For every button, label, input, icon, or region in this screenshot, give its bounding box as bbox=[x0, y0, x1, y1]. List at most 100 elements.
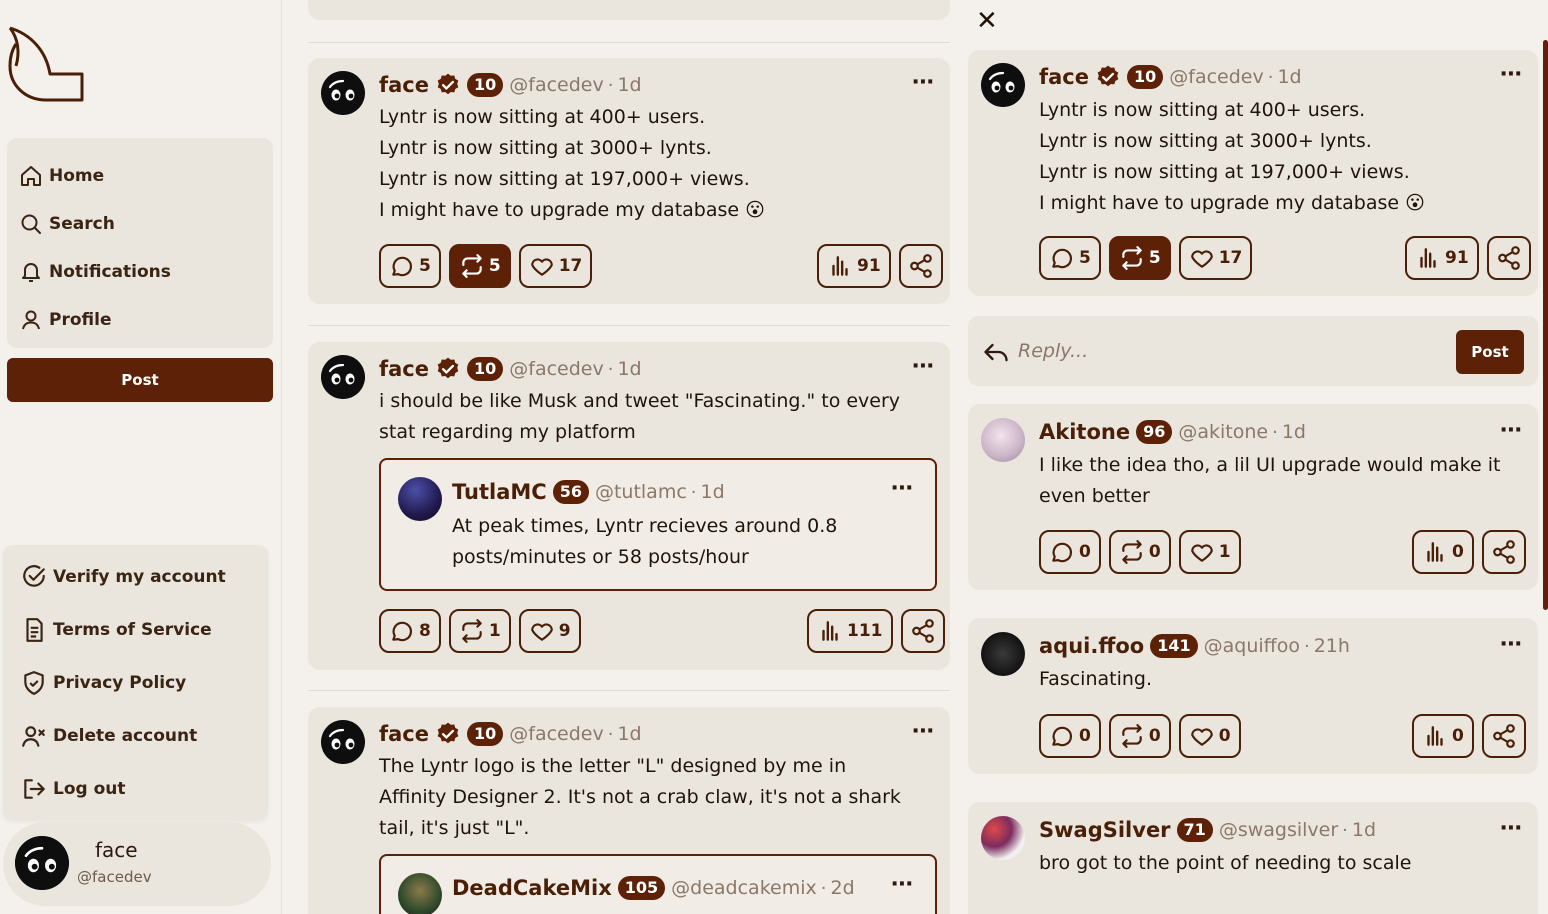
more-options-icon[interactable]: ⋯ bbox=[891, 476, 914, 501]
nav-notifications[interactable]: Notifications bbox=[7, 248, 273, 296]
lyntr-logo[interactable] bbox=[6, 22, 86, 106]
post-card[interactable]: face 10 @facedev · 1d ⋯ Lyntr is now sit… bbox=[308, 58, 950, 304]
post-actions-right: 91 bbox=[1397, 236, 1531, 280]
more-options-icon[interactable]: ⋯ bbox=[1500, 418, 1523, 443]
quoted-post[interactable]: DeadCakeMix 105 @deadcakemix · 2d ⋯ bbox=[379, 854, 937, 914]
avatar[interactable] bbox=[981, 63, 1025, 107]
comment-button[interactable]: 5 bbox=[1039, 236, 1101, 280]
like-button[interactable]: 17 bbox=[1178, 236, 1253, 280]
views-button[interactable]: 0 bbox=[1412, 530, 1474, 574]
share-button[interactable] bbox=[1481, 530, 1526, 574]
author-handle[interactable]: @facedev bbox=[509, 74, 603, 96]
reply-card[interactable]: SwagSilver 71 @swagsilver · 1d ⋯ bro got… bbox=[968, 802, 1538, 914]
share-button[interactable] bbox=[1486, 236, 1531, 280]
avatar[interactable] bbox=[321, 71, 365, 115]
menu-delete-label: Delete account bbox=[53, 725, 198, 746]
comment-button[interactable]: 0 bbox=[1039, 714, 1101, 758]
avatar[interactable] bbox=[321, 720, 365, 764]
account-menu: Verify my account Terms of Service Priva… bbox=[3, 545, 268, 820]
nav-search[interactable]: Search bbox=[7, 200, 273, 248]
like-button[interactable]: 0 bbox=[1178, 714, 1241, 758]
author-name[interactable]: TutlaMC bbox=[452, 480, 547, 504]
share-button[interactable] bbox=[898, 244, 943, 288]
author-handle[interactable]: @facedev bbox=[1169, 66, 1263, 88]
like-button[interactable]: 9 bbox=[518, 609, 581, 653]
quoted-post[interactable]: TutlaMC 56 @tutlamc · 1d ⋯ At peak times… bbox=[379, 458, 937, 591]
author-name[interactable]: DeadCakeMix bbox=[452, 876, 612, 900]
post-card[interactable]: face 10 @facedev · 1d ⋯ The Lyntr logo i… bbox=[308, 707, 950, 914]
reply-post-button[interactable]: Post bbox=[1456, 330, 1524, 374]
repost-button[interactable]: 5 bbox=[1108, 236, 1171, 280]
views-button[interactable]: 91 bbox=[817, 244, 891, 288]
more-options-icon[interactable]: ⋯ bbox=[1500, 632, 1523, 657]
more-options-icon[interactable]: ⋯ bbox=[1500, 62, 1523, 87]
author-handle[interactable]: @deadcakemix bbox=[671, 877, 817, 899]
more-options-icon[interactable]: ⋯ bbox=[912, 354, 935, 379]
reply-card[interactable]: aqui.ffoo 141 @aquiffoo · 21h ⋯ Fascinat… bbox=[968, 618, 1538, 774]
comment-button[interactable]: 8 bbox=[379, 609, 441, 653]
avatar[interactable] bbox=[321, 355, 365, 399]
heart-icon bbox=[1189, 539, 1215, 565]
more-options-icon[interactable]: ⋯ bbox=[891, 872, 914, 897]
separator-dot: · bbox=[607, 358, 614, 380]
quote-header: TutlaMC 56 @tutlamc · 1d bbox=[452, 480, 725, 504]
detail-main-post[interactable]: face 10 @facedev · 1d ⋯ Lyntr is now sit… bbox=[968, 50, 1538, 296]
repost-button[interactable]: 5 bbox=[448, 244, 511, 288]
post-line: Lyntr is now sitting at 197,000+ views. bbox=[379, 168, 750, 190]
avatar[interactable] bbox=[981, 418, 1025, 462]
more-options-icon[interactable]: ⋯ bbox=[912, 70, 935, 95]
views-button[interactable]: 91 bbox=[1405, 236, 1479, 280]
share-button[interactable] bbox=[900, 609, 945, 653]
repost-button[interactable]: 1 bbox=[448, 609, 511, 653]
post-card[interactable]: face 10 @facedev · 1d ⋯ i should be like… bbox=[308, 342, 950, 670]
comment-button[interactable]: 5 bbox=[379, 244, 441, 288]
sidebar-post-button[interactable]: Post bbox=[7, 358, 273, 402]
more-options-icon[interactable]: ⋯ bbox=[912, 719, 935, 744]
post-actions: 0 0 1 bbox=[1039, 530, 1249, 574]
repost-button[interactable]: 0 bbox=[1108, 530, 1171, 574]
verified-badge-icon bbox=[435, 72, 461, 98]
author-name[interactable]: face bbox=[379, 722, 429, 746]
views-button[interactable]: 111 bbox=[807, 609, 893, 653]
avatar[interactable] bbox=[398, 873, 442, 914]
current-user-card[interactable]: face @facedev bbox=[3, 822, 271, 906]
author-handle[interactable]: @akitone bbox=[1178, 421, 1268, 443]
more-options-icon[interactable]: ⋯ bbox=[1500, 816, 1523, 841]
reply-card[interactable]: Akitone 96 @akitone · 1d ⋯ I like the id… bbox=[968, 404, 1538, 590]
menu-terms-of-service[interactable]: Terms of Service bbox=[3, 603, 268, 656]
views-button[interactable]: 0 bbox=[1412, 714, 1474, 758]
author-handle[interactable]: @aquiffoo bbox=[1204, 635, 1300, 657]
author-name[interactable]: SwagSilver bbox=[1039, 818, 1171, 842]
like-button[interactable]: 17 bbox=[518, 244, 593, 288]
author-handle[interactable]: @facedev bbox=[509, 723, 603, 745]
author-handle[interactable]: @swagsilver bbox=[1219, 819, 1338, 841]
scrollbar[interactable] bbox=[1543, 40, 1548, 610]
author-name[interactable]: face bbox=[1039, 65, 1089, 89]
level-badge: 96 bbox=[1136, 420, 1173, 444]
like-button[interactable]: 1 bbox=[1178, 530, 1241, 574]
author-name[interactable]: Akitone bbox=[1039, 420, 1130, 444]
menu-delete-account[interactable]: Delete account bbox=[3, 709, 268, 762]
menu-privacy-policy[interactable]: Privacy Policy bbox=[3, 656, 268, 709]
author-handle[interactable]: @facedev bbox=[509, 358, 603, 380]
author-name[interactable]: face bbox=[379, 357, 429, 381]
menu-verify-account[interactable]: Verify my account bbox=[3, 550, 268, 603]
repost-count: 5 bbox=[488, 256, 501, 276]
repost-button[interactable]: 0 bbox=[1108, 714, 1171, 758]
share-button[interactable] bbox=[1481, 714, 1526, 758]
avatar[interactable] bbox=[981, 816, 1025, 860]
comment-button[interactable]: 0 bbox=[1039, 530, 1101, 574]
avatar[interactable] bbox=[981, 632, 1025, 676]
author-name[interactable]: aqui.ffoo bbox=[1039, 634, 1144, 658]
post-card-partial bbox=[308, 0, 950, 20]
reply-input[interactable] bbox=[1018, 336, 1398, 366]
menu-log-out[interactable]: Log out bbox=[3, 762, 268, 815]
author-handle[interactable]: @tutlamc bbox=[595, 481, 687, 503]
comment-count: 5 bbox=[419, 256, 431, 276]
separator-dot: · bbox=[607, 723, 614, 745]
avatar[interactable] bbox=[398, 477, 442, 521]
nav-home[interactable]: Home bbox=[7, 152, 273, 200]
nav-profile[interactable]: Profile bbox=[7, 296, 273, 344]
close-icon[interactable]: ✕ bbox=[976, 6, 998, 36]
author-name[interactable]: face bbox=[379, 73, 429, 97]
